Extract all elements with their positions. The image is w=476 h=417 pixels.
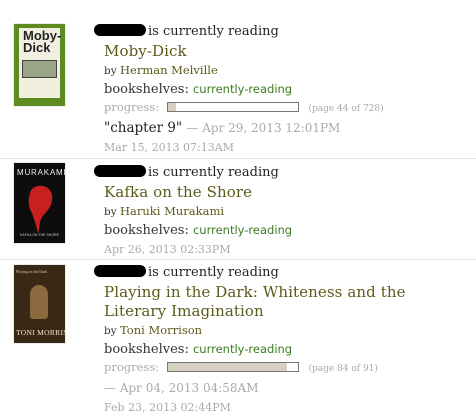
book-cover-moby-dick[interactable]: Moby- Dick	[14, 24, 65, 106]
cover-art: Moby- Dick	[19, 28, 62, 98]
book-title-link[interactable]: Playing in the Dark: Whiteness and the L…	[104, 283, 472, 321]
progress-line: progress: (page 44 of 728)	[104, 100, 472, 117]
status-comment: "chapter 9" — Apr 29, 2013 12:01PM	[104, 119, 472, 137]
shelf-link[interactable]: currently-reading	[193, 223, 292, 237]
item-timestamp[interactable]: Mar 15, 2013 07:13AM	[104, 140, 472, 155]
update-timestamp[interactable]: — Apr 04, 2013 04:58AM	[104, 381, 259, 395]
cover-figure	[30, 285, 48, 319]
book-cover-playing-in-the-dark[interactable]: Playing in the Dark TONI MORRISON	[14, 265, 65, 343]
comment-timestamp[interactable]: — Apr 29, 2013 12:01PM	[186, 121, 340, 135]
bookshelves-label: bookshelves:	[104, 82, 189, 97]
cover-title: Moby- Dick	[23, 28, 62, 55]
redacted-user-name	[94, 265, 146, 277]
bookshelves-line: bookshelves: currently-reading	[104, 341, 472, 358]
cover-title-text: KAFKA ON THE SHORE	[20, 233, 59, 237]
cover-red-shape	[28, 185, 53, 233]
page-info: (page 44 of 728)	[308, 104, 384, 114]
bookshelves-label: bookshelves:	[104, 342, 189, 357]
book-title-link[interactable]: Kafka on the Shore	[104, 183, 472, 202]
actor-line: is currently reading	[94, 165, 472, 181]
activity-feed: Moby- Dick is currently reading Moby-Dick…	[0, 0, 476, 417]
progress-fill	[167, 103, 176, 111]
progress-fill	[167, 363, 288, 371]
feed-item-kafka-on-the-shore: MURAKAMI KAFKA ON THE SHORE is currently…	[0, 159, 476, 260]
page-info: (page 84 of 91)	[308, 364, 378, 374]
progress-bar	[166, 102, 299, 112]
progress-label: progress:	[104, 100, 160, 114]
feed-item-content: is currently reading Playing in the Dark…	[94, 265, 472, 415]
cover-title-text: Playing in the Dark	[16, 269, 48, 274]
by-label: by	[104, 65, 117, 77]
author-link[interactable]: Toni Morrison	[120, 323, 202, 337]
actor-line: is currently reading	[94, 265, 472, 281]
book-cover-kafka-on-the-shore[interactable]: MURAKAMI KAFKA ON THE SHORE	[14, 163, 65, 243]
feed-item-playing-in-the-dark: Playing in the Dark TONI MORRISON is cur…	[0, 260, 476, 417]
book-title-link[interactable]: Moby-Dick	[104, 42, 472, 61]
author-link[interactable]: Haruki Murakami	[120, 204, 224, 218]
item-timestamp[interactable]: Feb 23, 2013 02:44PM	[104, 400, 472, 415]
author-line: by Herman Melville	[104, 63, 472, 79]
comment-text: "chapter 9"	[104, 120, 183, 136]
bookshelves-line: bookshelves: currently-reading	[104, 222, 472, 239]
redacted-user-name	[94, 165, 146, 177]
author-line: by Haruki Murakami	[104, 204, 472, 220]
status-update: — Apr 04, 2013 04:58AM	[104, 379, 472, 397]
feed-item-moby-dick: Moby- Dick is currently reading Moby-Dick…	[0, 0, 476, 159]
author-link[interactable]: Herman Melville	[120, 63, 218, 77]
bookshelves-line: bookshelves: currently-reading	[104, 81, 472, 98]
progress-bar	[166, 362, 299, 372]
redacted-user-name	[94, 24, 146, 36]
item-timestamp[interactable]: Apr 26, 2013 02:33PM	[104, 242, 472, 257]
actor-action: is currently reading	[148, 24, 279, 39]
shelf-link[interactable]: currently-reading	[193, 82, 292, 96]
actor-action: is currently reading	[148, 265, 279, 280]
feed-item-content: is currently reading Kafka on the Shore …	[94, 165, 472, 257]
actor-action: is currently reading	[148, 165, 279, 180]
author-line: by Toni Morrison	[104, 323, 472, 339]
by-label: by	[104, 206, 117, 218]
cover-author-text: TONI MORRISON	[16, 328, 65, 337]
feed-item-content: is currently reading Moby-Dick by Herman…	[94, 24, 472, 155]
shelf-link[interactable]: currently-reading	[193, 342, 292, 356]
cover-illustration	[22, 60, 57, 78]
bookshelves-label: bookshelves:	[104, 223, 189, 238]
by-label: by	[104, 325, 117, 337]
actor-line: is currently reading	[94, 24, 472, 40]
progress-label: progress:	[104, 360, 160, 374]
progress-line: progress: (page 84 of 91)	[104, 360, 472, 377]
